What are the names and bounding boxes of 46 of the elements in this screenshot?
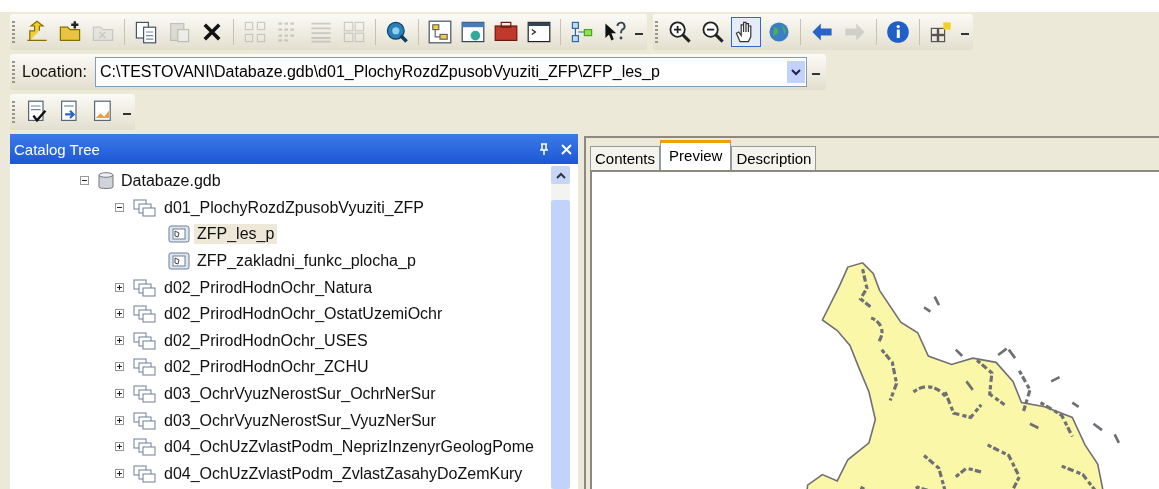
dataset-icon (133, 464, 157, 483)
tree-item[interactable]: ZFP_les_p (194, 224, 278, 245)
tree-item[interactable]: ZFP_zakladni_funkc_plocha_p (194, 251, 419, 272)
tree-item[interactable]: d02_PrirodHodnOchr_ZCHU (161, 357, 372, 378)
tree-item[interactable]: d04_OchUzZvlastPodm_ZvlastZasahyDoZemKury (161, 463, 526, 484)
tree-item[interactable]: d03_OchrVyuzNerostSur_OchrNerSur (161, 384, 439, 405)
tree-item[interactable]: d03_OchrVyuzNerostSur_VyuzNerSur (161, 410, 439, 431)
caret-up-icon (555, 171, 566, 179)
pin-icon[interactable] (539, 143, 549, 155)
dataset-icon (133, 331, 157, 350)
dataset-icon (133, 411, 157, 430)
expand-icon[interactable] (115, 309, 125, 320)
panel-title: Catalog Tree (14, 140, 100, 158)
dataset-icon (133, 278, 157, 297)
scroll-up-button[interactable] (551, 166, 570, 185)
location-label: Location: (22, 63, 87, 81)
tree-item[interactable]: d04_OchUzZvlastPodm_NeprizInzenyrGeologPome (161, 437, 537, 458)
expand-icon[interactable] (115, 282, 125, 293)
dataset-icon (133, 438, 157, 457)
tab[interactable]: Preview (660, 140, 732, 170)
collapse-icon[interactable] (80, 176, 90, 187)
polygon-layer-icon (168, 252, 190, 271)
polygon-layer-icon (168, 225, 190, 244)
dataset-icon (133, 358, 157, 377)
tree-item[interactable]: d02_PrirodHodnOchr_Natura (161, 277, 376, 298)
dataset-icon (133, 198, 157, 217)
location-field[interactable]: C:\TESTOVANI\Databaze.gdb\d01_PlochyRozdZpusobVyuziti_ZFP\ZFP_les_p (94, 57, 807, 87)
expand-icon[interactable] (115, 335, 125, 346)
dataset-icon (133, 305, 157, 324)
tree-item[interactable]: d01_PlochyRozdZpusobVyuziti_ZFP (161, 197, 427, 218)
tree-item[interactable]: d02_PrirodHodnOchr_USES (161, 330, 371, 351)
expand-icon[interactable] (115, 389, 125, 400)
tab[interactable]: Description (731, 146, 817, 170)
expand-icon[interactable] (115, 362, 125, 373)
tree-item[interactable]: Databaze.gdb (118, 171, 224, 192)
expand-icon[interactable] (115, 415, 125, 426)
hand-icon[interactable] (731, 17, 761, 47)
expand-icon[interactable] (115, 442, 125, 453)
collapse-icon[interactable] (115, 202, 125, 213)
tab[interactable]: Contents (590, 146, 661, 170)
expand-icon[interactable] (115, 468, 125, 479)
tree-item[interactable]: d02_PrirodHodnOchr_OstatUzemiOchr (161, 304, 446, 325)
database-icon (98, 172, 114, 191)
dropdown-icon[interactable] (786, 61, 805, 83)
close-icon[interactable] (561, 143, 572, 155)
dataset-icon (133, 385, 157, 404)
